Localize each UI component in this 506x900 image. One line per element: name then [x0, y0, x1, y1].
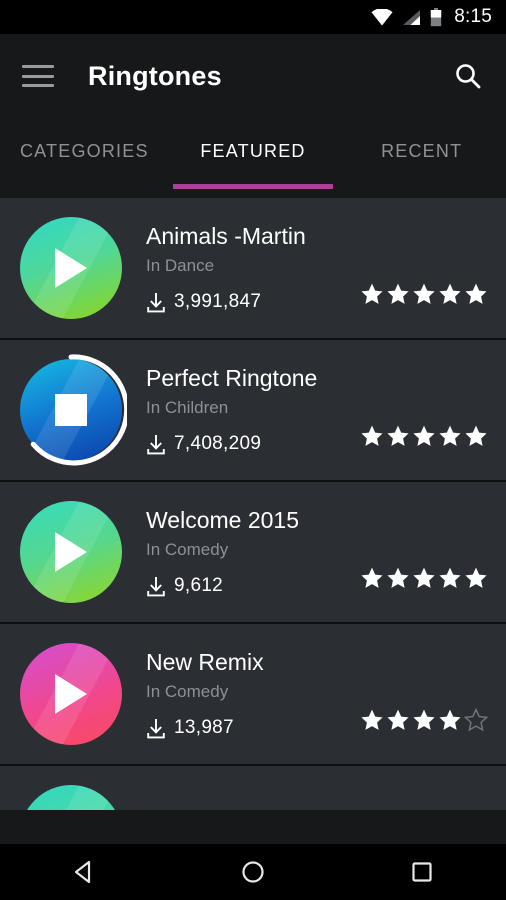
tab-bar: CATEGORIES FEATURED RECENT: [0, 118, 506, 198]
star-filled-icon: [465, 283, 487, 304]
rating-container: [350, 340, 488, 480]
search-icon: [456, 64, 481, 89]
download-row: 13,987: [146, 717, 350, 739]
ringtone-category: In Comedy: [146, 682, 229, 702]
download-count: 7,408,209: [174, 433, 262, 455]
ringtone-title: Animals -Martin: [146, 222, 306, 249]
hamburger-menu-icon[interactable]: [22, 65, 54, 87]
back-triangle-icon: [75, 860, 91, 884]
ringtone-thumbnail[interactable]: [20, 785, 122, 810]
back-button[interactable]: [46, 844, 122, 900]
list-item[interactable]: New Remix In Comedy 13,987: [0, 624, 506, 766]
play-icon: [55, 248, 87, 288]
wifi-icon: [371, 8, 393, 25]
star-rating: [360, 424, 488, 448]
tab-categories[interactable]: CATEGORIES: [0, 118, 169, 198]
download-row: 9,612: [146, 575, 350, 597]
list-item[interactable]: Animals -Martin In Dance 3,991,847: [0, 198, 506, 340]
star-filled-icon: [439, 567, 461, 588]
ringtone-meta: Perfect Ringtone In Children 7,408,209: [146, 365, 350, 455]
recents-button[interactable]: [384, 844, 460, 900]
thumbnail-gloss: [20, 785, 122, 810]
ringtone-thumbnail[interactable]: [20, 501, 122, 603]
ringtone-category: In Comedy: [146, 540, 229, 560]
ringtone-category: In Dance: [146, 256, 215, 276]
recents-square-icon: [412, 862, 432, 882]
star-filled-icon: [465, 425, 487, 446]
rating-container: [350, 624, 488, 764]
search-button[interactable]: [446, 54, 490, 98]
ringtone-category: In Children: [146, 398, 229, 418]
ringtone-list[interactable]: Animals -Martin In Dance 3,991,847 Perfe…: [0, 198, 506, 810]
ringtone-title: Welcome 2015: [146, 506, 299, 533]
download-count: 3,991,847: [174, 291, 262, 313]
download-icon: [147, 434, 165, 455]
star-filled-icon: [387, 425, 409, 446]
ringtone-thumbnail[interactable]: [20, 643, 122, 745]
star-filled-icon: [361, 567, 383, 588]
rating-container: [350, 198, 488, 338]
ringtone-title: New Remix: [146, 648, 264, 675]
ringtone-title: Minion Ring Ring: [146, 809, 488, 810]
page-title: Ringtones: [88, 60, 222, 91]
cellular-signal-icon: [403, 9, 421, 25]
star-filled-icon: [387, 709, 409, 730]
android-navigation-bar: [0, 844, 506, 900]
list-item[interactable]: Minion Ring Ring In Sound Effects: [0, 766, 506, 810]
tab-recent[interactable]: RECENT: [337, 118, 506, 198]
download-count: 9,612: [174, 575, 224, 597]
star-filled-icon: [439, 425, 461, 446]
star-filled-icon: [387, 567, 409, 588]
star-filled-icon: [361, 283, 383, 304]
download-icon: [147, 718, 165, 739]
ringtone-thumbnail[interactable]: [20, 217, 122, 319]
ringtone-title: Perfect Ringtone: [146, 364, 318, 391]
star-rating: [360, 708, 488, 732]
download-row: 3,991,847: [146, 291, 350, 313]
star-filled-icon: [413, 567, 435, 588]
status-bar: 8:15: [0, 0, 506, 34]
star-filled-icon: [413, 283, 435, 304]
star-empty-icon: [464, 708, 488, 732]
home-button[interactable]: [215, 844, 291, 900]
star-filled-icon: [361, 709, 383, 730]
download-icon: [147, 576, 165, 597]
download-count: 13,987: [174, 717, 234, 739]
play-icon: [55, 532, 87, 572]
app-bar: Ringtones: [0, 34, 506, 118]
star-filled-icon: [439, 709, 461, 730]
play-icon: [55, 674, 87, 714]
playback-progress-ring: [30, 354, 127, 466]
star-filled-icon: [439, 283, 461, 304]
ringtone-meta: New Remix In Comedy 13,987: [146, 649, 350, 739]
download-row: 7,408,209: [146, 433, 350, 455]
ringtone-thumbnail[interactable]: [20, 354, 127, 466]
list-item[interactable]: Welcome 2015 In Comedy 9,612: [0, 482, 506, 624]
list-item[interactable]: Perfect Ringtone In Children 7,408,209: [0, 340, 506, 482]
home-circle-icon: [242, 861, 264, 883]
star-filled-icon: [465, 567, 487, 588]
download-icon: [147, 292, 165, 313]
ringtone-meta: Animals -Martin In Dance 3,991,847: [146, 223, 350, 313]
star-filled-icon: [413, 709, 435, 730]
ringtone-meta: Minion Ring Ring In Sound Effects: [146, 809, 488, 810]
rating-container: [350, 482, 488, 622]
phone-screen: 8:15 Ringtones CATEGORIES FEATURED RECEN…: [0, 0, 506, 900]
star-filled-icon: [361, 425, 383, 446]
star-rating: [360, 566, 488, 590]
ringtone-meta: Welcome 2015 In Comedy 9,612: [146, 507, 350, 597]
star-rating: [360, 282, 488, 306]
battery-icon: [431, 7, 442, 26]
status-bar-clock: 8:15: [454, 6, 492, 27]
star-filled-icon: [387, 283, 409, 304]
tab-indicator: [173, 184, 333, 189]
star-filled-icon: [413, 425, 435, 446]
